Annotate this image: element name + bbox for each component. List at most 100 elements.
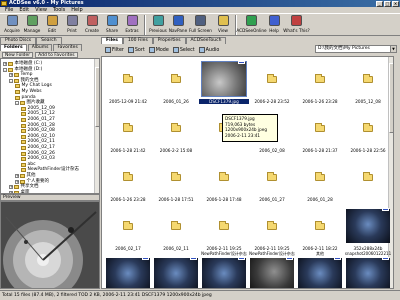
tab-photo-discs[interactable]: Photo Discs — [0, 37, 37, 44]
file-tile[interactable] — [151, 255, 201, 288]
expand-icon[interactable]: + — [3, 62, 7, 66]
folder-icon — [171, 220, 181, 230]
toolbar-button-whats-this[interactable]: What's This? — [283, 14, 310, 36]
status-bar: Total 15 files (87.4 MB), 2 filtered TOD… — [0, 290, 400, 300]
tab-100-files[interactable]: 100 Files — [122, 37, 153, 44]
file-thumbnail — [249, 208, 295, 244]
folder-icon — [20, 101, 25, 106]
expand-icon[interactable]: + — [9, 185, 13, 190]
file-caption: 2006_01_27 — [259, 197, 285, 202]
toolbar-button-acquire[interactable]: Acquire — [2, 14, 22, 36]
file-tile[interactable]: 2006_02_17 — [103, 206, 153, 258]
toolbar-button-manage[interactable]: Manage — [22, 14, 42, 36]
folder-icon — [21, 140, 26, 145]
file-caption: 2006_01_28 — [307, 197, 333, 202]
file-thumbnail — [153, 61, 199, 97]
folder-icon — [315, 122, 325, 132]
file-tile[interactable]: 2005_12_08 — [343, 59, 393, 111]
image-badge-icon — [142, 257, 149, 260]
file-tile[interactable] — [295, 255, 345, 288]
tree-scrollbar-thumb[interactable] — [95, 67, 99, 127]
folder-icon — [21, 151, 26, 156]
file-tile[interactable]: 352x288x24bsnapshot20060122211 — [103, 255, 153, 288]
file-tile[interactable] — [199, 255, 249, 288]
sort-button[interactable]: Sort — [127, 47, 145, 53]
folder-icon — [171, 171, 181, 181]
toolbar-button-view[interactable]: View — [213, 14, 233, 36]
tab-search[interactable]: Search — [36, 37, 62, 44]
file-tile[interactable]: 2006-2-11 18:22 其他 — [295, 206, 345, 258]
folder-tree[interactable]: + 本地磁盘 (C:) - 本地磁盘 (D:) + Temp - 我的文档 My Chat Lo… — [0, 58, 100, 194]
file-tile[interactable] — [343, 157, 393, 209]
maximize-button[interactable]: □ — [384, 0, 391, 7]
file-tile[interactable]: 2006_01_26 — [151, 59, 201, 111]
select-icon — [172, 47, 179, 53]
file-tile[interactable]: 2006-1-28 17:51 — [151, 157, 201, 209]
toolbar-button-previous[interactable]: Previous — [148, 14, 168, 36]
tab-acdsee-touch[interactable]: ACDSeeTouch — [185, 37, 227, 44]
file-tile[interactable]: 2006-1-26 23:28 — [103, 157, 153, 209]
toolbar-button-extras[interactable]: Extras — [122, 14, 142, 36]
chevron-down-icon[interactable]: ▼ — [390, 46, 396, 52]
path-combobox[interactable]: D:\我的文档\My Pictures ▼ — [315, 45, 397, 53]
file-list[interactable]: 2005-12-09 21:42 2006_01_26 DSCF1379.jpg 20… — [101, 56, 394, 289]
tab-files[interactable]: Files — [101, 37, 123, 44]
file-tile[interactable]: 352x288x24bsnapshot20060122211 — [343, 206, 393, 258]
collapse-icon[interactable]: - — [9, 78, 13, 83]
tree-scrollbar[interactable] — [94, 59, 99, 193]
file-tile[interactable]: DSCF1379.jpg — [199, 59, 249, 111]
minimize-button[interactable]: _ — [376, 0, 383, 7]
toolbar-button-edit[interactable]: Edit — [42, 14, 62, 36]
toolbar-button-create[interactable]: Create — [82, 14, 102, 36]
file-tile[interactable]: 2006_01_28 — [295, 157, 345, 209]
collapse-icon[interactable]: - — [15, 101, 19, 106]
file-tile[interactable] — [343, 255, 393, 288]
file-tile[interactable]: 2006-1-28 22:56 — [343, 108, 393, 160]
file-tile[interactable]: 2006_02_11 — [151, 206, 201, 258]
file-tile[interactable]: 2005-12-09 21:42 — [103, 59, 153, 111]
new-folder-button[interactable]: New Folder — [2, 51, 34, 58]
file-tile[interactable]: 2006-2-11 19:25 NewPathFinder设计杂志 — [247, 206, 297, 258]
tab-properties[interactable]: Properties — [152, 37, 186, 44]
expand-icon[interactable]: + — [15, 174, 19, 178]
audio-icon — [198, 47, 205, 53]
file-tile[interactable]: 2006-2-2 15:08 — [151, 108, 201, 160]
file-tile[interactable]: 2006-1-28 21:42 — [103, 108, 153, 160]
toolbar-label: View — [218, 27, 228, 33]
file-thumbnail — [297, 61, 343, 97]
file-caption: DSCF1379.jpg — [199, 99, 249, 104]
expand-icon[interactable]: + — [9, 73, 13, 78]
tab-albums[interactable]: Albums — [27, 44, 53, 51]
close-button[interactable]: × — [392, 0, 399, 7]
file-tile[interactable]: 2006-2-11 19:25 NewPathFinder设计杂志 — [199, 206, 249, 258]
image-badge-icon — [334, 257, 341, 260]
toolbar-button-navpane[interactable]: NavPane — [168, 14, 188, 36]
mode-button[interactable]: Mode — [148, 47, 169, 53]
file-thumbnail — [153, 257, 199, 288]
select-button[interactable]: Select — [172, 47, 195, 53]
file-tile[interactable]: 2006-1-28 17:48 — [199, 157, 249, 209]
toolbar-button-help[interactable]: Help — [264, 14, 284, 36]
tab-folders[interactable]: Folders — [0, 44, 27, 51]
file-tile[interactable]: 2006-1-26 23:28 — [295, 59, 345, 111]
file-caption: 2006_02_08 — [259, 148, 285, 153]
audio-button[interactable]: Audio — [198, 47, 219, 53]
file-tile[interactable]: 2006-1-28 21:37 — [295, 108, 345, 160]
file-tile[interactable]: 2006_01_27 — [247, 157, 297, 209]
file-caption: 2006-2-28 23:52 — [254, 99, 290, 104]
expand-icon[interactable]: + — [15, 179, 19, 184]
add-to-favorites-button[interactable]: Add to Favorites — [35, 51, 78, 58]
tab-favorites[interactable]: Favorites — [53, 44, 82, 51]
toolbar-button-print[interactable]: Print — [62, 14, 82, 36]
collapse-icon[interactable]: - — [3, 67, 7, 72]
filter-button[interactable]: Filter — [105, 47, 124, 53]
folder-icon — [20, 174, 25, 178]
file-thumbnail — [297, 159, 343, 195]
toolbar-button-share[interactable]: Share — [102, 14, 122, 36]
file-tile[interactable]: 2006-2-28 23:52 — [247, 59, 297, 111]
toolbar-button-fullscreen[interactable]: Full Screen — [188, 14, 213, 36]
file-tile[interactable] — [247, 255, 297, 288]
folder-icon — [123, 171, 133, 181]
photo-thumbnail — [106, 257, 150, 288]
toolbar-button-acdsee-online[interactable]: ACDSeeOnline — [236, 14, 267, 36]
